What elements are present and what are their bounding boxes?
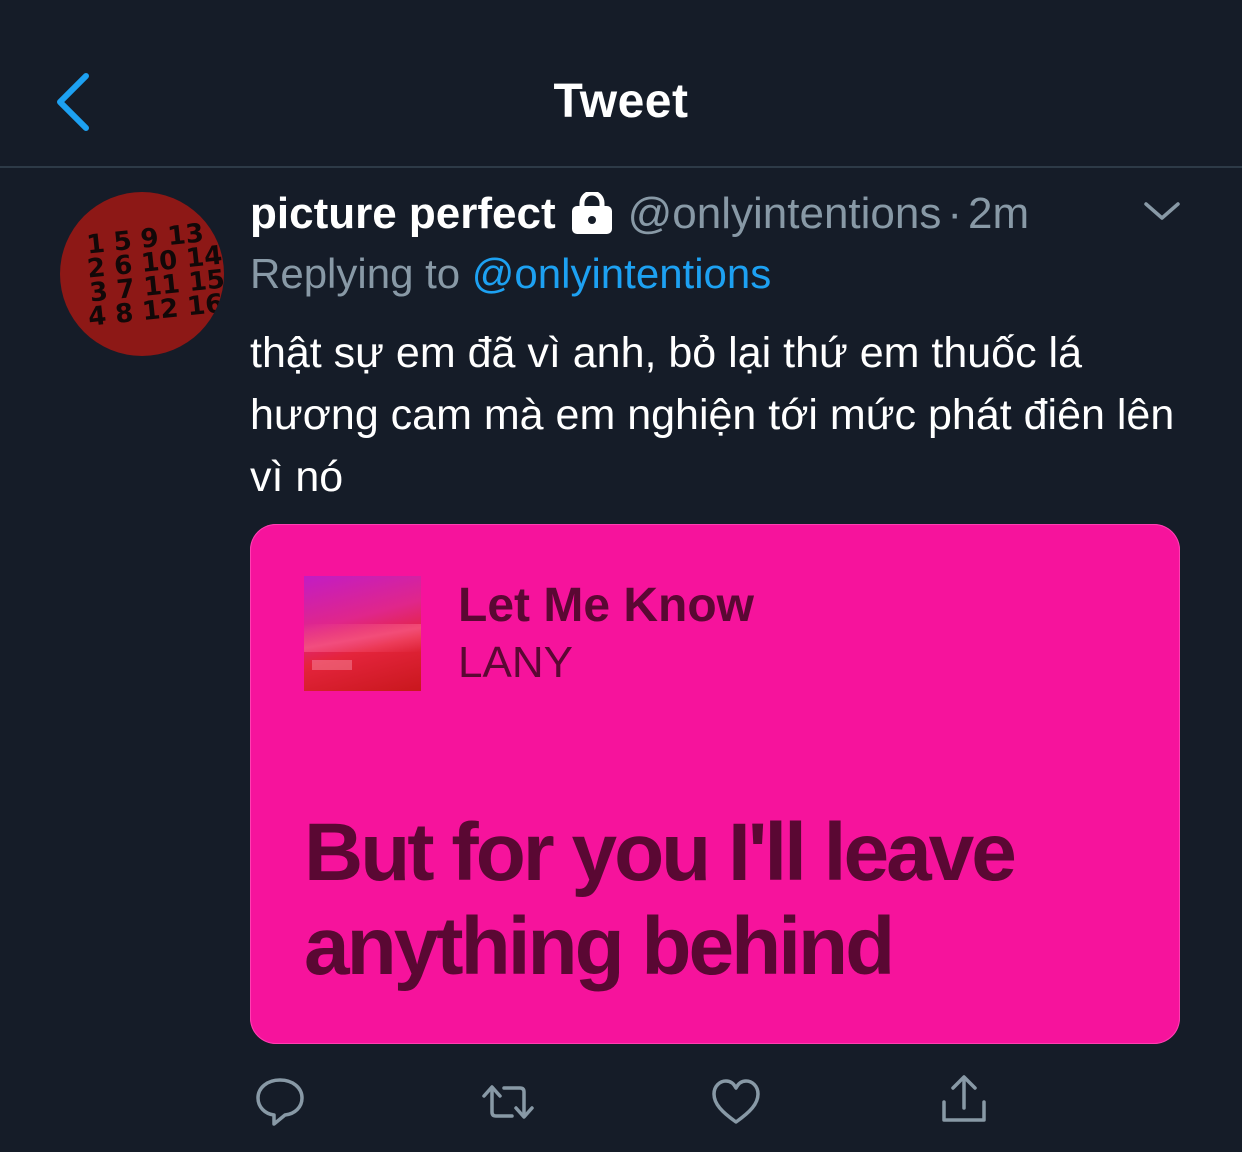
song-title: Let Me Know (458, 579, 754, 632)
like-button[interactable] (708, 1074, 764, 1130)
retweet-icon (482, 1085, 534, 1119)
more-options-button[interactable] (1142, 196, 1182, 226)
display-name[interactable]: picture perfect (250, 189, 556, 239)
tweet-timestamp: 2m (968, 189, 1030, 238)
song-artist: LANY (458, 638, 573, 687)
lyric-card[interactable]: Let Me Know LANY But for you I'll leave … (250, 524, 1180, 1044)
album-art (304, 576, 421, 691)
retweet-button[interactable] (480, 1074, 536, 1130)
user-handle[interactable]: @onlyintentions (628, 189, 942, 239)
lyric-text: But for you I'll leave anything behind (304, 807, 1017, 992)
like-icon (712, 1079, 760, 1124)
avatar-image: 1 5 9 13 2 6 10 14 3 7 11 15 4 8 12 16 (85, 218, 224, 332)
share-button[interactable] (936, 1072, 992, 1128)
replying-to-label: Replying to (250, 250, 461, 297)
share-icon (942, 1075, 986, 1122)
top-navigation-bar: Tweet (0, 0, 1242, 168)
page-title: Tweet (553, 75, 689, 128)
reply-mention-link[interactable]: @onlyintentions (472, 250, 771, 297)
avatar[interactable]: 1 5 9 13 2 6 10 14 3 7 11 15 4 8 12 16 (60, 192, 224, 356)
replying-to-line: Replying to @onlyintentions (250, 250, 771, 298)
reply-icon (256, 1078, 304, 1126)
reply-button[interactable] (252, 1074, 308, 1130)
tweet-text: thật sự em đã vì anh, bỏ lại thứ em thuố… (250, 329, 1175, 501)
tweet-author-row: picture perfect @onlyintentions · 2m (250, 186, 1029, 242)
tweet-action-bar (0, 1060, 1242, 1150)
lock-icon (571, 192, 612, 234)
separator-dot: · (947, 189, 963, 238)
chevron-down-icon (1144, 202, 1180, 220)
